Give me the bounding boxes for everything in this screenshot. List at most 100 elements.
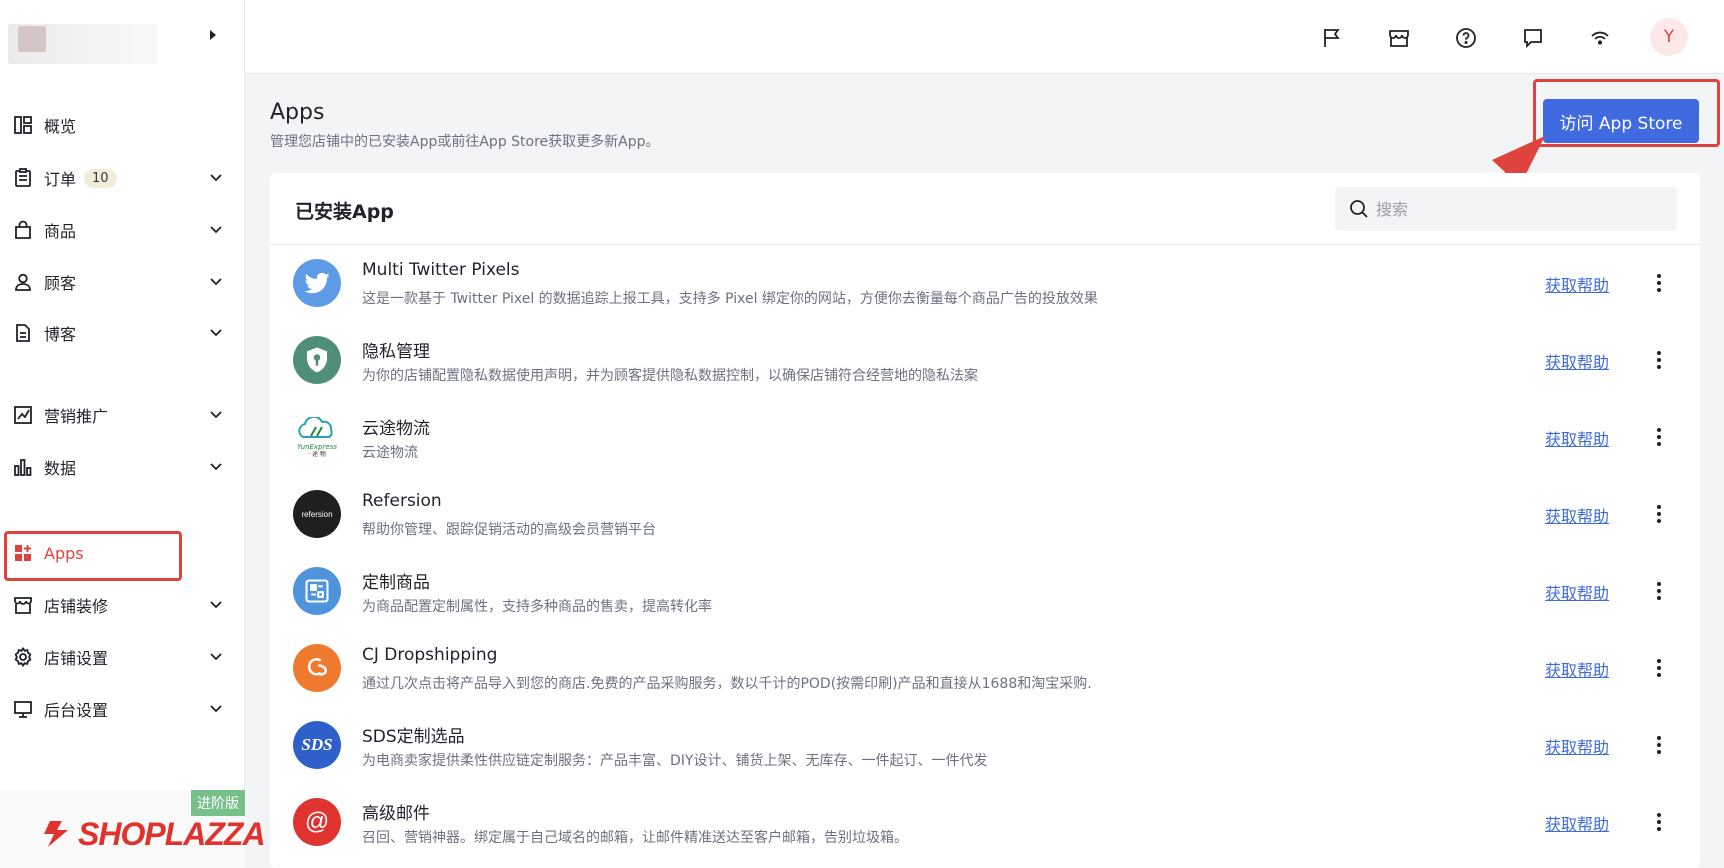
page-subtitle: 管理您店铺中的已安装App或前往App Store获取更多新App。 xyxy=(270,134,660,150)
app-row: 隐私管理 为你的店铺配置隐私数据使用声明，并为顾客提供隐私数据控制，以确保店铺符… xyxy=(270,322,1700,399)
help-icon[interactable] xyxy=(1453,25,1479,51)
card-header: 已安装App xyxy=(270,173,1700,245)
get-help-link[interactable]: 获取帮助 xyxy=(1545,580,1609,604)
search-input[interactable] xyxy=(1376,199,1666,219)
custom-product-icon xyxy=(293,567,341,615)
sidebar-item-store-design[interactable]: 店铺装修 xyxy=(10,585,230,625)
sidebar-item-label: 数据 xyxy=(44,459,77,478)
sidebar-item-marketing[interactable]: 营销推广 xyxy=(10,395,230,435)
app-description: 这是一款基于 Twitter Pixel 的数据追踪上报工具，支持多 Pixel… xyxy=(362,291,1098,307)
brand-name: SHOPLAZZA xyxy=(78,816,266,852)
app-row: YunExpress · 途 物 云途物流 云途物流 获取帮助 xyxy=(270,399,1700,476)
chevron-down-icon xyxy=(210,463,222,471)
more-options-icon[interactable] xyxy=(1647,808,1671,836)
sidebar: 概览 订单 10 商品 顾客 博客 营销推广 数据 Apps 店铺装修 店铺设置… xyxy=(0,0,266,868)
sidebar-item-store-settings[interactable]: 店铺设置 xyxy=(10,637,230,677)
app-row: @ 高级邮件 召回、营销神器。绑定属于自己域名的邮箱，让邮件精准送达至客户邮箱，… xyxy=(270,784,1700,861)
chat-icon[interactable] xyxy=(1520,25,1546,51)
app-name: 定制商品 xyxy=(362,573,430,593)
get-help-link[interactable]: 获取帮助 xyxy=(1545,272,1609,296)
app-row: 定制商品 为商品配置定制属性，支持多种商品的售卖，提高转化率 获取帮助 xyxy=(270,553,1700,630)
blurred-store-name xyxy=(8,24,158,64)
sidebar-item-label: 店铺装修 xyxy=(44,597,109,616)
shoplazza-logo-icon xyxy=(44,821,68,847)
yunexpress-logo-text: YunExpress xyxy=(297,442,337,451)
twitter-bird-icon xyxy=(293,259,341,307)
more-options-icon[interactable] xyxy=(1647,731,1671,759)
apps-highlight-box xyxy=(4,531,182,581)
app-description: 云途物流 xyxy=(362,445,418,461)
refersion-logo-text: refersion xyxy=(301,509,333,519)
sidebar-item-label: 商品 xyxy=(44,222,77,241)
app-row: Multi Twitter Pixels 这是一款基于 Twitter Pixe… xyxy=(270,245,1700,322)
app-row: refersion Refersion 帮助你管理、跟踪促销活动的高级会员营销平… xyxy=(270,476,1700,553)
app-name: 隐私管理 xyxy=(362,342,430,362)
customer-icon xyxy=(12,271,34,293)
sidebar-item-customers[interactable]: 顾客 xyxy=(10,262,230,302)
sidebar-item-analytics[interactable]: 数据 xyxy=(10,447,230,487)
sidebar-item-blog[interactable]: 博客 xyxy=(10,313,230,353)
more-options-icon[interactable] xyxy=(1647,654,1671,682)
sidebar-item-label: 顾客 xyxy=(44,274,77,293)
sidebar-item-label: 店铺设置 xyxy=(44,649,109,668)
avatar[interactable]: Y xyxy=(1650,18,1688,56)
app-name: 云途物流 xyxy=(362,419,430,439)
blog-icon xyxy=(12,322,34,344)
search-box[interactable] xyxy=(1335,187,1677,231)
app-description: 为电商卖家提供柔性供应链定制服务：产品丰富、DIY设计、铺货上架、无库存、一件起… xyxy=(362,753,988,769)
store-design-icon xyxy=(12,594,34,616)
get-help-link[interactable]: 获取帮助 xyxy=(1545,734,1609,758)
more-options-icon[interactable] xyxy=(1647,346,1671,374)
settings-gear-icon xyxy=(12,646,34,668)
app-row: CJ Dropshipping 通过几次点击将产品导入到您的商店.免费的产品采购… xyxy=(270,630,1700,707)
product-bag-icon xyxy=(12,219,34,241)
get-help-link[interactable]: 获取帮助 xyxy=(1545,503,1609,527)
chevron-down-icon xyxy=(210,411,222,419)
app-description: 帮助你管理、跟踪促销活动的高级会员营销平台 xyxy=(362,522,656,538)
app-description: 为你的店铺配置隐私数据使用声明，并为顾客提供隐私数据控制，以确保店铺符合经营地的… xyxy=(362,368,978,384)
app-description: 召回、营销神器。绑定属于自己域名的邮箱，让邮件精准送达至客户邮箱，告别垃圾箱。 xyxy=(362,830,908,846)
refersion-logo-icon: refersion xyxy=(293,490,341,538)
analytics-icon xyxy=(12,456,34,478)
sidebar-item-products[interactable]: 商品 xyxy=(10,210,230,250)
more-options-icon[interactable] xyxy=(1647,577,1671,605)
get-help-link[interactable]: 获取帮助 xyxy=(1545,426,1609,450)
chevron-down-icon xyxy=(210,278,222,286)
get-help-link[interactable]: 获取帮助 xyxy=(1545,657,1609,681)
sidebar-item-label: 博客 xyxy=(44,325,77,344)
app-name: 高级邮件 xyxy=(362,804,430,824)
store-icon[interactable] xyxy=(1386,25,1412,51)
wifi-icon[interactable] xyxy=(1587,25,1613,51)
store-switcher[interactable] xyxy=(8,18,176,74)
sidebar-item-label: 概览 xyxy=(44,117,77,136)
app-description: 通过几次点击将产品导入到您的商店.免费的产品采购服务，数以千计的POD(按需印刷… xyxy=(362,676,1092,692)
get-help-link[interactable]: 获取帮助 xyxy=(1545,349,1609,373)
chevron-down-icon xyxy=(210,226,222,234)
app-row: SDS SDS定制选品 为电商卖家提供柔性供应链定制服务：产品丰富、DIY设计、… xyxy=(270,707,1700,784)
sidebar-item-admin-settings[interactable]: 后台设置 xyxy=(10,689,230,729)
more-options-icon[interactable] xyxy=(1647,423,1671,451)
sidebar-item-label: 订单 xyxy=(44,170,77,189)
sidebar-item-overview[interactable]: 概览 xyxy=(10,105,230,145)
more-options-icon[interactable] xyxy=(1647,269,1671,297)
mail-at-icon: @ xyxy=(293,798,341,846)
more-options-icon[interactable] xyxy=(1647,500,1671,528)
cj-dropshipping-logo-icon xyxy=(293,644,341,692)
get-help-link[interactable]: 获取帮助 xyxy=(1545,811,1609,835)
chevron-down-icon xyxy=(210,174,222,182)
yunexpress-logo-icon: YunExpress · 途 物 xyxy=(293,413,341,461)
app-name: Refersion xyxy=(362,491,442,511)
order-icon xyxy=(12,167,34,189)
dashboard-icon xyxy=(12,114,34,136)
chevron-down-icon xyxy=(210,705,222,713)
app-name: Multi Twitter Pixels xyxy=(362,260,520,280)
yunexpress-logo-subtext: · 途 物 xyxy=(308,450,326,458)
store-switch-arrow-icon[interactable] xyxy=(210,30,216,40)
app-name: CJ Dropshipping xyxy=(362,645,498,665)
sidebar-item-label: 后台设置 xyxy=(44,701,109,720)
order-count-badge: 10 xyxy=(84,168,117,188)
chevron-down-icon xyxy=(210,653,222,661)
sidebar-item-orders[interactable]: 订单 10 xyxy=(10,158,230,198)
page-title: Apps xyxy=(270,100,325,125)
flag-icon[interactable] xyxy=(1319,25,1345,51)
